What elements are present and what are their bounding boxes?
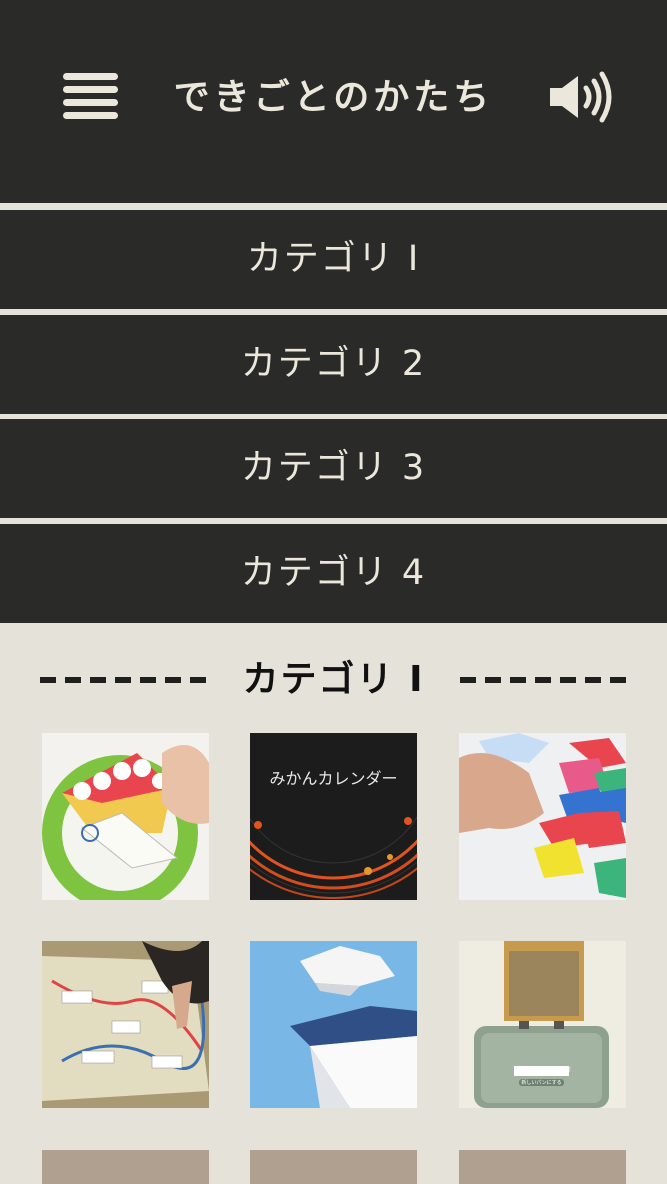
menu-item-category-4[interactable]: カテゴリ 4 xyxy=(0,524,667,623)
thumbnail-caption: みかんカレンダー xyxy=(269,769,398,788)
section-header: カテゴリ I xyxy=(40,652,627,708)
thumbnail-placeholder[interactable] xyxy=(42,1150,209,1184)
section-title: カテゴリ I xyxy=(242,659,425,700)
thumbnail-placeholder[interactable] xyxy=(459,1150,626,1184)
speaker-volume-icon[interactable] xyxy=(546,68,612,126)
right-dash-divider xyxy=(460,677,627,683)
puzzle-pieces-thumbnail[interactable] xyxy=(459,733,626,900)
hamburger-menu-icon[interactable] xyxy=(63,73,118,119)
menu-item-category-1[interactable]: カテゴリ I xyxy=(0,210,667,309)
left-dash-divider xyxy=(40,677,207,683)
toaster-label: TOAST xyxy=(551,1067,571,1074)
thumbnail-placeholder[interactable] xyxy=(250,1150,417,1184)
menu-item-category-2[interactable]: カテゴリ 2 xyxy=(0,315,667,414)
app-title: できごとのかたち xyxy=(173,77,494,118)
map-thumbnail[interactable] xyxy=(42,941,209,1108)
app-header: できごとのかたち xyxy=(0,0,667,203)
toaster-button-label: 新しいパンにする xyxy=(521,1080,562,1086)
toaster-thumbnail[interactable]: TOAST 新しいパンにする xyxy=(459,941,626,1108)
mikan-calendar-thumbnail[interactable]: みかんカレンダー xyxy=(250,733,417,900)
menu-item-category-3[interactable]: カテゴリ 3 xyxy=(0,419,667,518)
floating-island-thumbnail[interactable] xyxy=(250,941,417,1108)
cake-slice-thumbnail[interactable] xyxy=(42,733,209,900)
